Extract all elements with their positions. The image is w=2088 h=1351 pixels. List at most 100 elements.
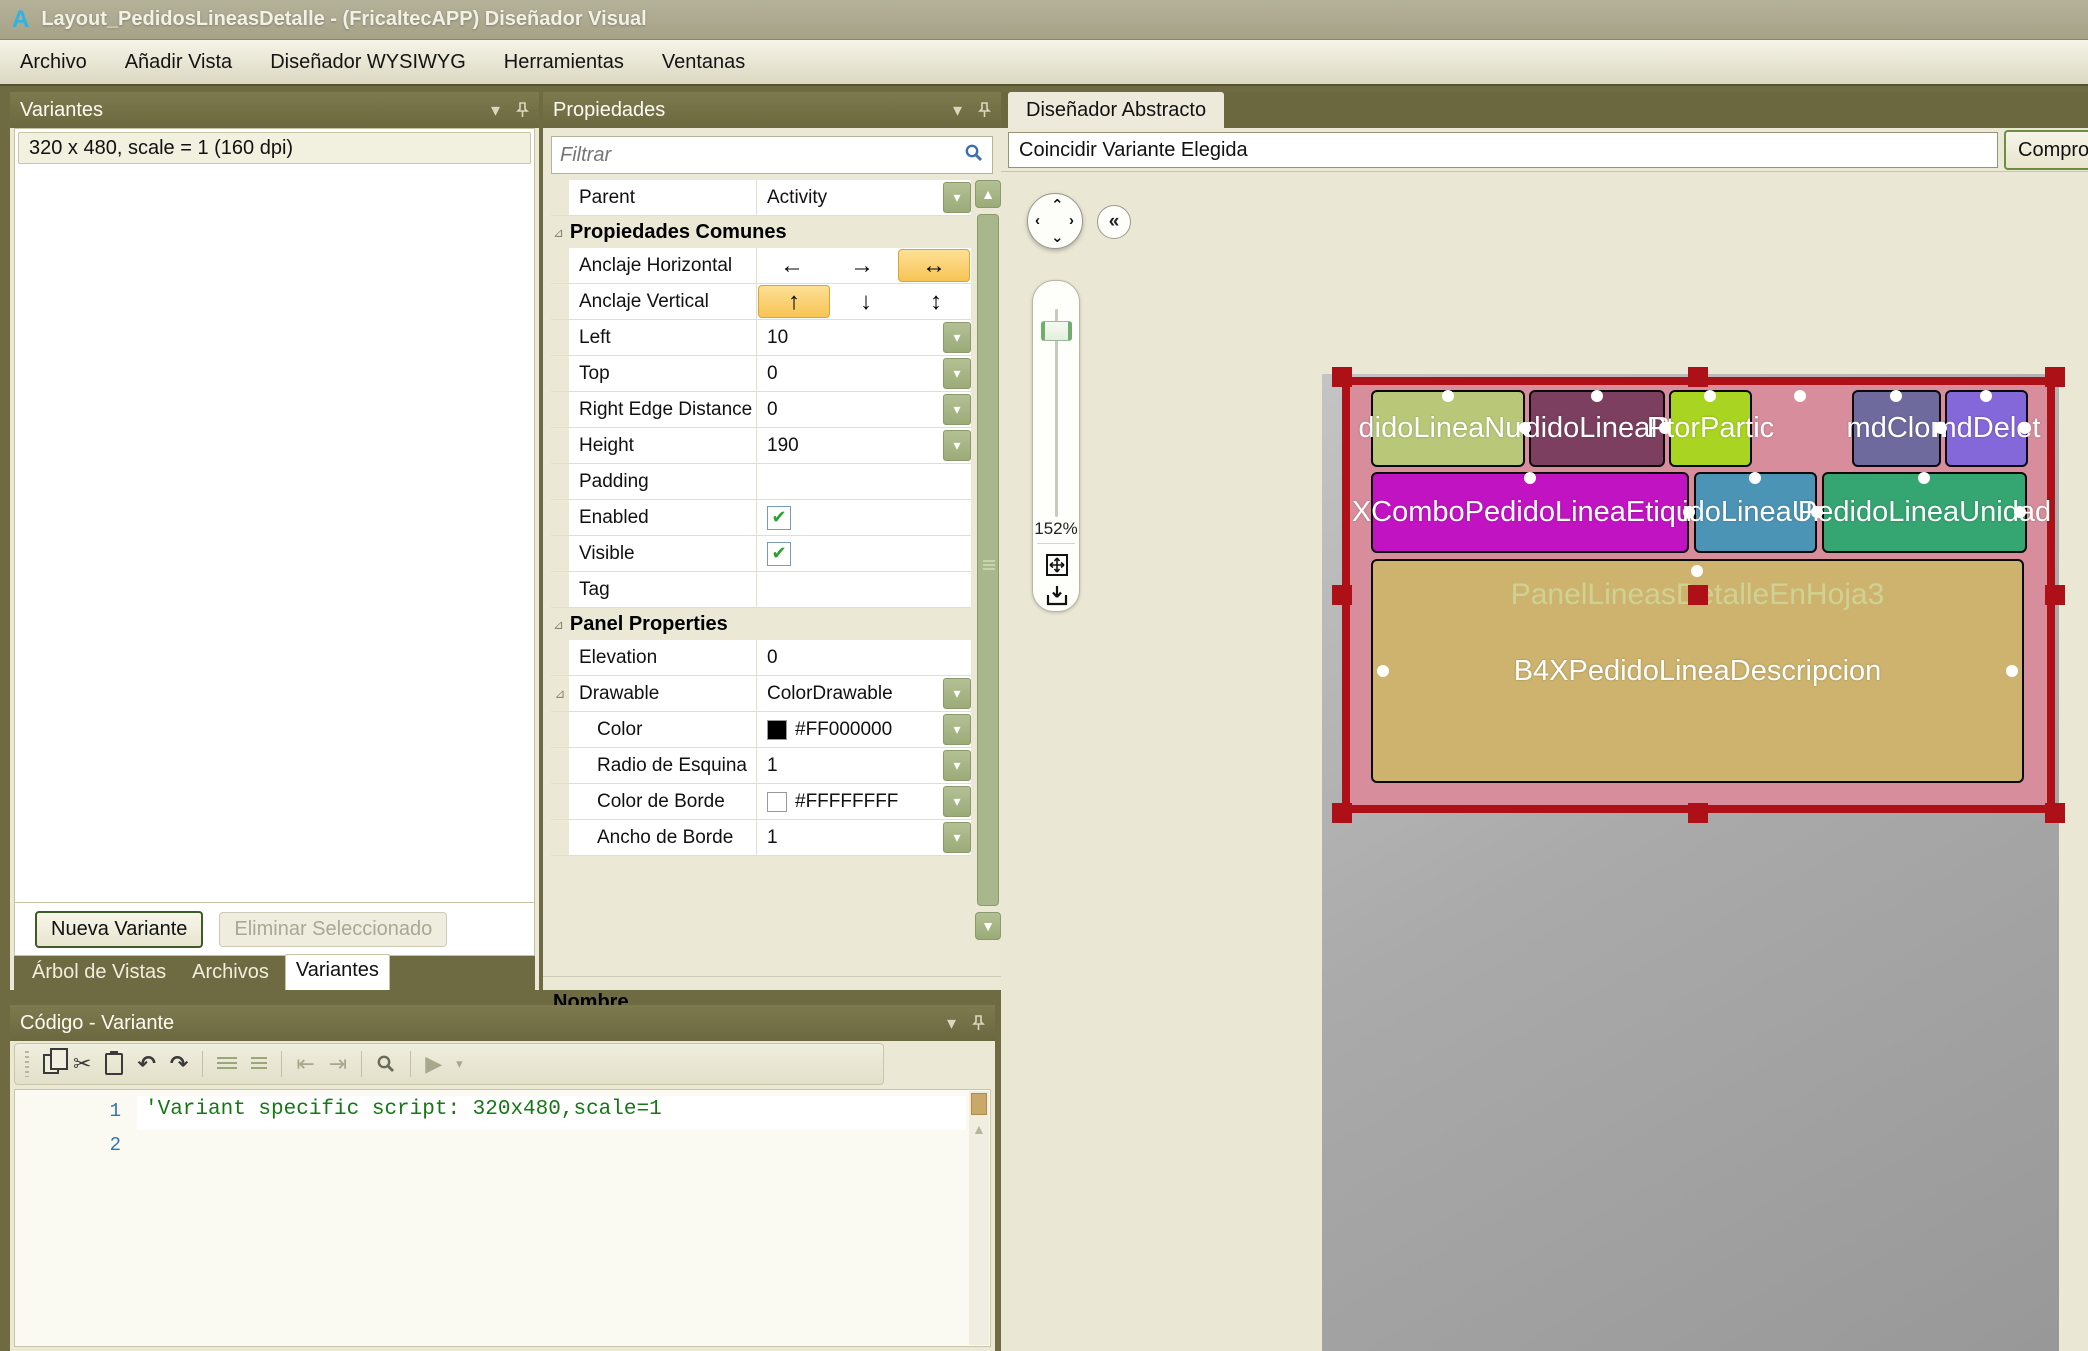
dropdown-button[interactable]: ▾ [943, 394, 971, 425]
pin-icon[interactable] [972, 1015, 985, 1031]
scroll-down-button[interactable]: ▼ [975, 912, 1001, 940]
anchor-dot [1890, 390, 1902, 402]
panel-menu-caret-icon[interactable]: ▾ [491, 100, 500, 121]
dropdown-button[interactable]: ▾ [943, 322, 971, 353]
left-panel-tabs: Árbol de Vistas Archivos Variantes [14, 956, 535, 990]
scroll-up-button[interactable]: ▲ [975, 180, 1001, 208]
resize-handle[interactable] [2045, 803, 2065, 823]
view-block-combo-etiqueta[interactable]: XComboPedidoLineaEtique [1371, 472, 1689, 553]
paste-icon[interactable] [105, 1053, 123, 1075]
menu-ventanas[interactable]: Ventanas [662, 51, 745, 74]
resize-handle[interactable] [2045, 367, 2065, 387]
tab-archivos[interactable]: Archivos [182, 957, 279, 990]
editor-scrollbar-thumb[interactable] [971, 1093, 987, 1115]
panel-menu-caret-icon[interactable]: ▾ [947, 1013, 956, 1034]
resize-handle[interactable] [2045, 585, 2065, 605]
search-icon[interactable] [964, 143, 984, 168]
property-row-ancho-borde: Ancho de Borde 1 ▾ [551, 820, 971, 856]
dropdown-button[interactable]: ▾ [943, 430, 971, 461]
visible-checkbox[interactable]: ✔ [767, 542, 791, 566]
resize-handle[interactable] [1688, 367, 1708, 387]
anchor-left-button[interactable]: ← [757, 248, 827, 283]
anchor-right-button[interactable]: → [827, 248, 897, 283]
collapse-triangle-icon[interactable]: ⊿ [553, 226, 564, 239]
abstract-designer-canvas[interactable]: didoLineaNue didoLineaP PtorPartic mdClo… [1001, 172, 2088, 1351]
anchor-both-v-button[interactable]: ↕ [901, 284, 971, 319]
dropdown-button[interactable]: ▾ [943, 714, 971, 745]
collapse-triangle-icon[interactable]: ⊿ [555, 687, 566, 700]
anchor-dot [1935, 422, 1947, 434]
tab-arbol-de-vistas[interactable]: Árbol de Vistas [22, 957, 176, 990]
enabled-checkbox[interactable]: ✔ [767, 506, 791, 530]
menu-disenador-wysiwyg[interactable]: Diseñador WYSIWYG [270, 51, 466, 74]
menu-archivo[interactable]: Archivo [20, 51, 87, 74]
checkmark-icon: ✔ [771, 543, 786, 564]
new-variant-button[interactable]: Nueva Variante [35, 911, 203, 948]
redo-icon[interactable]: ↷ [170, 1051, 188, 1077]
resize-handle[interactable] [1332, 585, 1352, 605]
panel-menu-caret-icon[interactable]: ▾ [953, 100, 962, 121]
toolbar-grip[interactable] [25, 1051, 29, 1077]
resize-handle[interactable] [1332, 367, 1352, 387]
menu-herramientas[interactable]: Herramientas [504, 51, 624, 74]
undo-icon[interactable]: ↶ [137, 1051, 155, 1077]
property-group-comunes[interactable]: ⊿ Propiedades Comunes [551, 216, 971, 248]
property-group-panel[interactable]: ⊿ Panel Properties [551, 608, 971, 640]
run-script-icon[interactable]: ▶ [425, 1051, 442, 1077]
resize-handle[interactable] [1332, 803, 1352, 823]
pan-up-icon[interactable]: ⌃ [1051, 196, 1064, 214]
dropdown-button[interactable]: ▾ [943, 822, 971, 853]
menu-anadir-vista[interactable]: Añadir Vista [125, 51, 232, 74]
pan-down-icon[interactable]: ⌄ [1051, 228, 1064, 246]
cut-icon[interactable]: ✂ [73, 1051, 91, 1077]
color-swatch[interactable] [767, 720, 787, 740]
view-block-linea-unidad[interactable]: PedidoLineaUnidad [1822, 472, 2027, 553]
delete-selected-button[interactable]: Eliminar Seleccionado [219, 912, 447, 947]
tab-variantes[interactable]: Variantes [285, 954, 390, 990]
copy-icon[interactable] [43, 1054, 59, 1074]
pan-right-icon[interactable]: › [1069, 212, 1074, 229]
comment-block-icon[interactable] [251, 1057, 267, 1071]
scrollbar-thumb[interactable] [977, 214, 999, 906]
indent-icon[interactable]: ⇥ [329, 1051, 347, 1077]
dropdown-button[interactable]: ▾ [943, 750, 971, 781]
collapse-panels-button[interactable]: « [1097, 205, 1131, 239]
variant-list-item[interactable]: 320 x 480, scale = 1 (160 dpi) [18, 132, 531, 164]
outdent-icon[interactable]: ⇤ [296, 1051, 314, 1077]
anchor-both-button[interactable]: ↔ [898, 249, 970, 282]
anchor-bottom-button[interactable]: ↓ [831, 284, 901, 319]
anchor-dot [1659, 422, 1671, 434]
filter-input[interactable] [560, 144, 964, 167]
search-code-icon[interactable] [376, 1054, 396, 1074]
canvas-pan-pad[interactable]: ⌃ ⌄ ‹ › [1027, 193, 1083, 249]
toolbar-overflow-icon[interactable]: ▾ [456, 1056, 463, 1072]
anchor-dot [2014, 506, 2026, 518]
checkmark-icon: ✔ [771, 507, 786, 528]
line-number: 1 [110, 1100, 121, 1122]
pin-icon[interactable] [978, 102, 991, 118]
dropdown-button[interactable]: ▾ [943, 678, 971, 709]
property-row-enabled: Enabled ✔ [551, 500, 971, 536]
dropdown-button[interactable]: ▾ [943, 182, 971, 213]
code-editor[interactable]: 1 2 'Variant specific script: 320x480,sc… [14, 1089, 991, 1347]
resize-handle[interactable] [1688, 803, 1708, 823]
tab-disenador-abstracto[interactable]: Diseñador Abstracto [1008, 92, 1224, 128]
collapse-triangle-icon[interactable]: ⊿ [553, 618, 564, 631]
editor-scrollbar[interactable]: ▲ [969, 1091, 989, 1345]
resize-handle[interactable] [1688, 585, 1708, 605]
fit-to-screen-icon[interactable] [1045, 553, 1069, 577]
pan-left-icon[interactable]: ‹ [1035, 212, 1040, 229]
format-list-icon[interactable] [217, 1057, 237, 1071]
anchor-top-button[interactable]: ↑ [758, 285, 830, 318]
import-layout-icon[interactable] [1045, 583, 1069, 607]
dropdown-button[interactable]: ▾ [943, 786, 971, 817]
property-scrollbar[interactable]: ▲ ▼ [975, 180, 1001, 940]
border-color-swatch[interactable] [767, 792, 787, 812]
dropdown-button[interactable]: ▾ [943, 358, 971, 389]
variant-match-combo[interactable]: Coincidir Variante Elegida [1008, 132, 1998, 168]
anchor-dot [1519, 422, 1531, 434]
zoom-slider-thumb[interactable] [1041, 321, 1072, 341]
check-layout-button[interactable]: Comprobar [2004, 130, 2088, 170]
pin-icon[interactable] [516, 102, 529, 118]
code-line-1[interactable]: 'Variant specific script: 320x480,scale=… [145, 1098, 662, 1121]
